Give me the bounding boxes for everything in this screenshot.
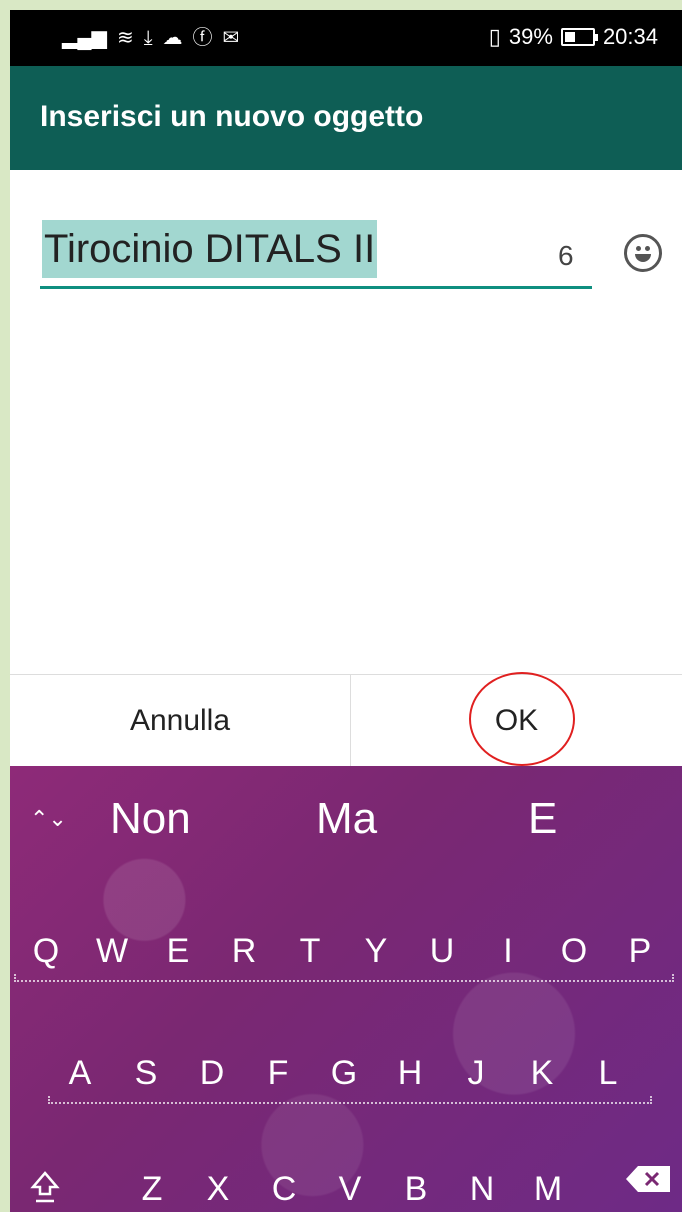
page-title: Inserisci un nuovo oggetto <box>40 100 424 133</box>
key[interactable]: K <box>522 1054 562 1093</box>
key[interactable]: Q <box>26 932 66 971</box>
mail-icon: ✉ <box>222 27 240 49</box>
wifi-icon: ≋ <box>116 27 134 49</box>
backspace-icon[interactable] <box>624 1164 674 1194</box>
object-name-input[interactable]: Tirocinio DITALS II <box>42 220 378 278</box>
suggestion-1[interactable]: Non <box>110 794 191 844</box>
emoji-icon[interactable] <box>624 234 662 272</box>
key[interactable]: S <box>126 1054 166 1093</box>
key[interactable]: D <box>192 1054 232 1093</box>
input-underline <box>40 286 592 289</box>
key[interactable]: F <box>258 1054 298 1093</box>
facebook-icon: ⓕ <box>192 27 213 49</box>
key[interactable]: E <box>158 932 198 971</box>
key[interactable]: Y <box>356 932 396 971</box>
device-frame: ▂▄▆ ≋ ⤓ ☁ ⓕ ✉ ▯ 39% 20:34 Inserisci un n… <box>0 0 682 1212</box>
key[interactable]: X <box>198 1170 238 1209</box>
vibrate-icon: ▯ <box>488 24 501 49</box>
download-icon: ⤓ <box>143 27 153 49</box>
status-bar: ▂▄▆ ≋ ⤓ ☁ ⓕ ✉ ▯ 39% 20:34 <box>10 10 682 66</box>
key[interactable]: U <box>422 932 462 971</box>
key[interactable]: P <box>620 932 660 971</box>
object-name-field[interactable]: Tirocinio DITALS II 6 <box>40 220 662 300</box>
shift-icon[interactable] <box>30 1170 60 1204</box>
key[interactable]: Z <box>132 1170 172 1209</box>
clock: 20:34 <box>602 24 658 49</box>
key[interactable]: M <box>528 1170 568 1209</box>
key[interactable]: N <box>462 1170 502 1209</box>
key[interactable]: J <box>456 1054 496 1093</box>
key[interactable]: R <box>224 932 264 971</box>
battery-icon <box>560 28 598 46</box>
key[interactable]: H <box>390 1054 430 1093</box>
key[interactable]: V <box>330 1170 370 1209</box>
suggestion-3[interactable]: E <box>528 794 557 844</box>
signal-icon: ▂▄▆ <box>62 27 107 49</box>
expand-suggestions-icon[interactable]: ⌃⌄ <box>30 806 67 832</box>
keyboard: ⌃⌄ Non Ma E Q W E R T Y U I O P A S D F … <box>10 766 682 1212</box>
battery-percent: 39% <box>508 24 553 49</box>
key[interactable]: L <box>588 1054 628 1093</box>
app-bar: Inserisci un nuovo oggetto <box>10 66 682 170</box>
ok-button[interactable]: OK <box>351 675 682 767</box>
dialog-buttons: Annulla OK <box>10 674 682 767</box>
status-icons-left: ▂▄▆ ≋ ⤓ ☁ ⓕ ✉ <box>62 26 239 50</box>
char-counter: 6 <box>558 240 574 271</box>
key[interactable]: T <box>290 932 330 971</box>
phone-screen: ▂▄▆ ≋ ⤓ ☁ ⓕ ✉ ▯ 39% 20:34 Inserisci un n… <box>10 10 682 1212</box>
key[interactable]: B <box>396 1170 436 1209</box>
key[interactable]: C <box>264 1170 304 1209</box>
cancel-button[interactable]: Annulla <box>10 675 350 767</box>
key-row-underline <box>48 1096 652 1104</box>
key[interactable]: I <box>488 932 528 971</box>
key[interactable]: O <box>554 932 594 971</box>
status-icons-right: ▯ 39% 20:34 <box>489 24 658 50</box>
suggestion-2[interactable]: Ma <box>316 794 377 844</box>
key[interactable]: A <box>60 1054 100 1093</box>
key[interactable]: W <box>92 932 132 971</box>
cloud-icon: ☁ <box>162 27 183 49</box>
key-row-underline <box>14 974 674 982</box>
key[interactable]: G <box>324 1054 364 1093</box>
